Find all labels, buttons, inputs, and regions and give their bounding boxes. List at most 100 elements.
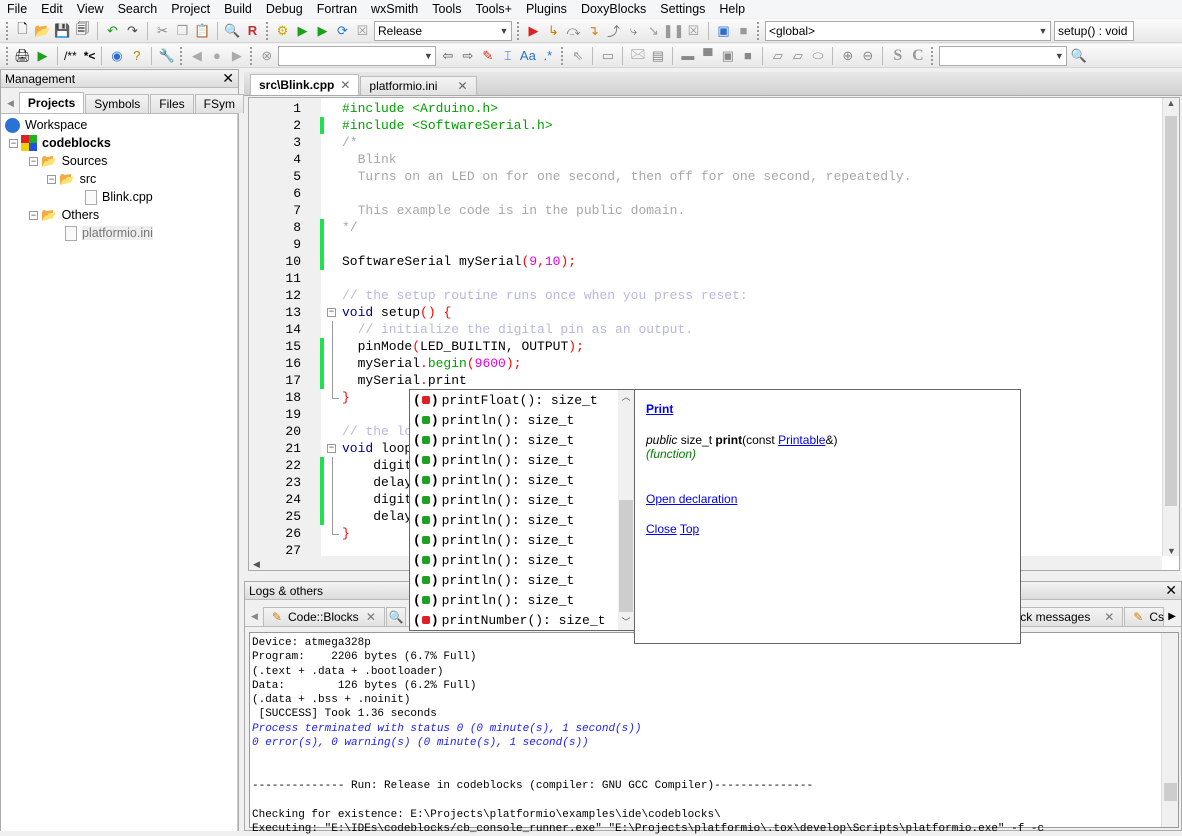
scroll-down-icon[interactable]: ▼ <box>1163 546 1180 556</box>
next-bookmark-icon[interactable]: ▶ <box>228 47 245 64</box>
toolbar-grip[interactable] <box>6 22 9 40</box>
autocomplete-item[interactable]: ()println(): size_t <box>410 570 634 590</box>
rebuild-icon[interactable]: ⟳ <box>334 22 351 39</box>
collapse-icon[interactable]: − <box>47 175 56 184</box>
menu-project[interactable]: Project <box>164 2 217 16</box>
s-icon[interactable]: S <box>889 47 906 64</box>
search-icon[interactable]: 🔍 <box>1070 47 1087 64</box>
menu-file[interactable]: File <box>0 2 34 16</box>
tab-build-messages[interactable]: ck messages✕ <box>1011 607 1123 626</box>
menu-view[interactable]: View <box>70 2 111 16</box>
next-instruction-icon[interactable]: ⤷ <box>625 22 642 39</box>
debug-windows-icon[interactable]: ▣ <box>715 22 732 39</box>
code-line[interactable]: 6 <box>249 185 1161 202</box>
doxy-line-comment-button[interactable]: *< <box>84 49 96 63</box>
close-icon[interactable]: ✕ <box>366 610 376 624</box>
tab-scroll-left-icon[interactable]: ◀ <box>247 611 262 626</box>
text-shape-icon[interactable]: ▤ <box>649 47 666 64</box>
menu-tools[interactable]: Tools+ <box>468 2 518 16</box>
scope-select[interactable]: <global>▼ <box>765 21 1051 41</box>
autocomplete-item[interactable]: ()println(): size_t <box>410 410 634 430</box>
tab-search-results[interactable]: 🔍 <box>386 607 406 626</box>
autocomplete-item[interactable]: ()printNumber(): size_t <box>410 610 634 630</box>
save-icon[interactable]: 💾 <box>54 22 71 39</box>
code-line[interactable]: 7 This example code is in the public dom… <box>249 202 1161 219</box>
tab-scroll-right-icon[interactable]: ▶ <box>1165 611 1179 626</box>
close-icon[interactable]: ✕ <box>222 70 234 87</box>
clear-search-icon[interactable]: ⊗ <box>258 47 275 64</box>
autocomplete-item[interactable]: ()println(): size_t <box>410 430 634 450</box>
zoom-out-icon[interactable]: ⊖ <box>859 47 876 64</box>
tab-blink-cpp[interactable]: src\Blink.cpp✕ <box>250 74 359 95</box>
menu-debug[interactable]: Debug <box>259 2 310 16</box>
build-target-select[interactable]: Release▼ <box>374 21 512 41</box>
scroll-left-icon[interactable]: ◀ <box>249 559 260 569</box>
fold-icon[interactable]: − <box>327 444 336 453</box>
cut-icon[interactable]: ✂ <box>154 22 171 39</box>
scroll-up-icon[interactable]: ▲ <box>1163 98 1179 114</box>
scroll-up-icon[interactable]: ︿ <box>618 390 634 403</box>
run-to-cursor-icon[interactable]: ↳ <box>545 22 562 39</box>
autocomplete-item[interactable]: ()println(): size_t <box>410 450 634 470</box>
code-line[interactable]: 10SoftwareSerial mySerial(9,10); <box>249 253 1161 270</box>
c-icon[interactable]: C <box>909 47 926 64</box>
doc-param-link[interactable]: Printable <box>778 433 825 447</box>
image-icon[interactable]: 🖂 <box>629 47 646 64</box>
find-icon[interactable]: 🔍 <box>224 22 241 39</box>
save-all-icon[interactable]: 🗐 <box>74 22 91 39</box>
build-and-run-icon[interactable]: ▶ <box>314 22 331 39</box>
top-link[interactable]: Top <box>680 522 699 536</box>
block-4-icon[interactable]: ■ <box>739 47 756 64</box>
log-vertical-scrollbar[interactable] <box>1161 633 1178 827</box>
doxy-comment-block-button[interactable]: /** <box>64 49 77 63</box>
code-line[interactable]: 2#include <SoftwareSerial.h> <box>249 117 1161 134</box>
tab-fsym[interactable]: FSym <box>195 94 244 113</box>
menu-doxyblocks[interactable]: DoxyBlocks <box>574 2 653 16</box>
menu-fortran[interactable]: Fortran <box>310 2 364 16</box>
build-gear-icon[interactable]: ⚙ <box>274 22 291 39</box>
various-info-icon[interactable]: ■ <box>735 22 752 39</box>
editor-vertical-scrollbar[interactable]: ▲ ▼ <box>1162 98 1179 556</box>
run-icon[interactable]: ▶ <box>294 22 311 39</box>
pointer-icon[interactable]: ⇖ <box>569 47 586 64</box>
autocomplete-item[interactable]: ()println(): size_t <box>410 590 634 610</box>
tree-item-sources[interactable]: −📂Sources <box>1 152 237 170</box>
autocomplete-item[interactable]: ()println(): size_t <box>410 530 634 550</box>
autocomplete-item[interactable]: ()println(): size_t <box>410 550 634 570</box>
step-out-icon[interactable]: ⤴ <box>605 22 622 39</box>
tree-item-blink-cpp[interactable]: Blink.cpp <box>1 188 237 206</box>
fold-icon[interactable]: − <box>327 308 336 317</box>
pause-icon[interactable]: ❚❚ <box>665 22 682 39</box>
code-search-input[interactable]: ▼ <box>939 46 1067 66</box>
tab-platformio-ini[interactable]: platformio.ini✕ <box>360 76 476 95</box>
close-link[interactable]: Close <box>646 522 677 536</box>
help-icon[interactable]: ? <box>128 47 145 64</box>
code-line[interactable]: 15 pinMode(LED_BUILTIN, OUTPUT); <box>249 338 1161 355</box>
doc-title-link[interactable]: Print <box>646 402 673 416</box>
tree-item-workspace[interactable]: Workspace <box>1 116 237 134</box>
menu-wxsmith[interactable]: wxSmith <box>364 2 425 16</box>
step-instruction-icon[interactable]: ↘ <box>645 22 662 39</box>
tab-codeblocks-log[interactable]: ✎Code::Blocks✕ <box>263 607 385 626</box>
tree-item-platformio-ini[interactable]: platformio.ini <box>1 224 237 242</box>
scrollbar-thumb[interactable] <box>1164 783 1177 801</box>
autocomplete-item[interactable]: ()println(): size_t <box>410 470 634 490</box>
back-arrow-icon[interactable]: ⇦ <box>439 47 456 64</box>
highlight-icon[interactable]: ✎ <box>479 47 496 64</box>
code-line[interactable]: 11 <box>249 270 1161 287</box>
forward-arrow-icon[interactable]: ⇨ <box>459 47 476 64</box>
code-line[interactable]: 14 // initialize the digital pin as an o… <box>249 321 1161 338</box>
scrollbar-thumb[interactable] <box>1165 116 1177 506</box>
copy-icon[interactable]: ❐ <box>174 22 191 39</box>
menu-plugins[interactable]: Plugins <box>519 2 574 16</box>
step-into-icon[interactable]: ↴ <box>585 22 602 39</box>
selected-text-icon[interactable]: ⌶ <box>499 47 516 64</box>
menu-tools[interactable]: Tools <box>425 2 468 16</box>
tree-item-src[interactable]: −📂src <box>1 170 237 188</box>
doxywizard-icon[interactable]: ◉ <box>108 47 125 64</box>
block-1-icon[interactable]: ▬ <box>679 47 696 64</box>
block-2-icon[interactable]: ▀ <box>699 47 716 64</box>
collapse-icon[interactable]: − <box>29 211 38 220</box>
replace-icon[interactable]: R <box>244 22 261 39</box>
redo-icon[interactable]: ↷ <box>124 22 141 39</box>
